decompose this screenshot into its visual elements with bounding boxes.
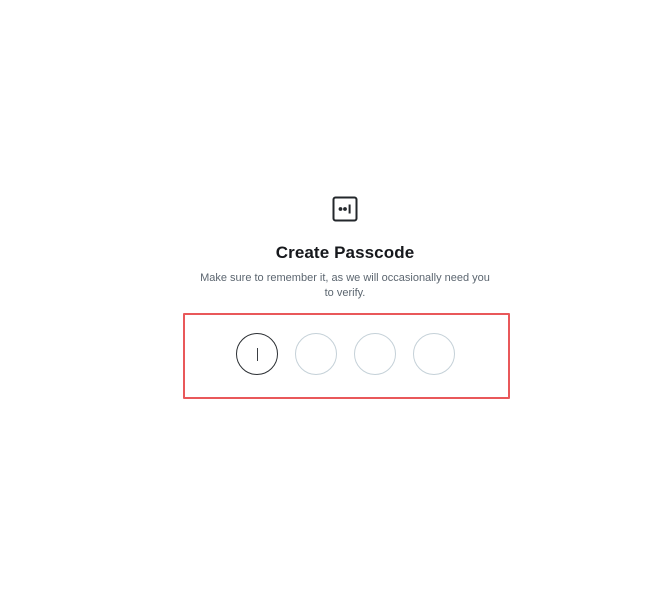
passcode-page: Create Passcode Make sure to remember it… bbox=[0, 0, 658, 615]
passcode-digit-1[interactable] bbox=[236, 333, 278, 375]
page-title: Create Passcode bbox=[275, 243, 415, 262]
page-subtitle: Make sure to remember it, as we will occ… bbox=[200, 272, 490, 299]
passcode-icon bbox=[332, 196, 358, 222]
passcode-digit-4[interactable] bbox=[413, 333, 455, 375]
passcode-input-highlight bbox=[183, 313, 510, 399]
passcode-digit-2[interactable] bbox=[295, 333, 337, 375]
text-cursor bbox=[257, 348, 258, 361]
passcode-digit-3[interactable] bbox=[354, 333, 396, 375]
